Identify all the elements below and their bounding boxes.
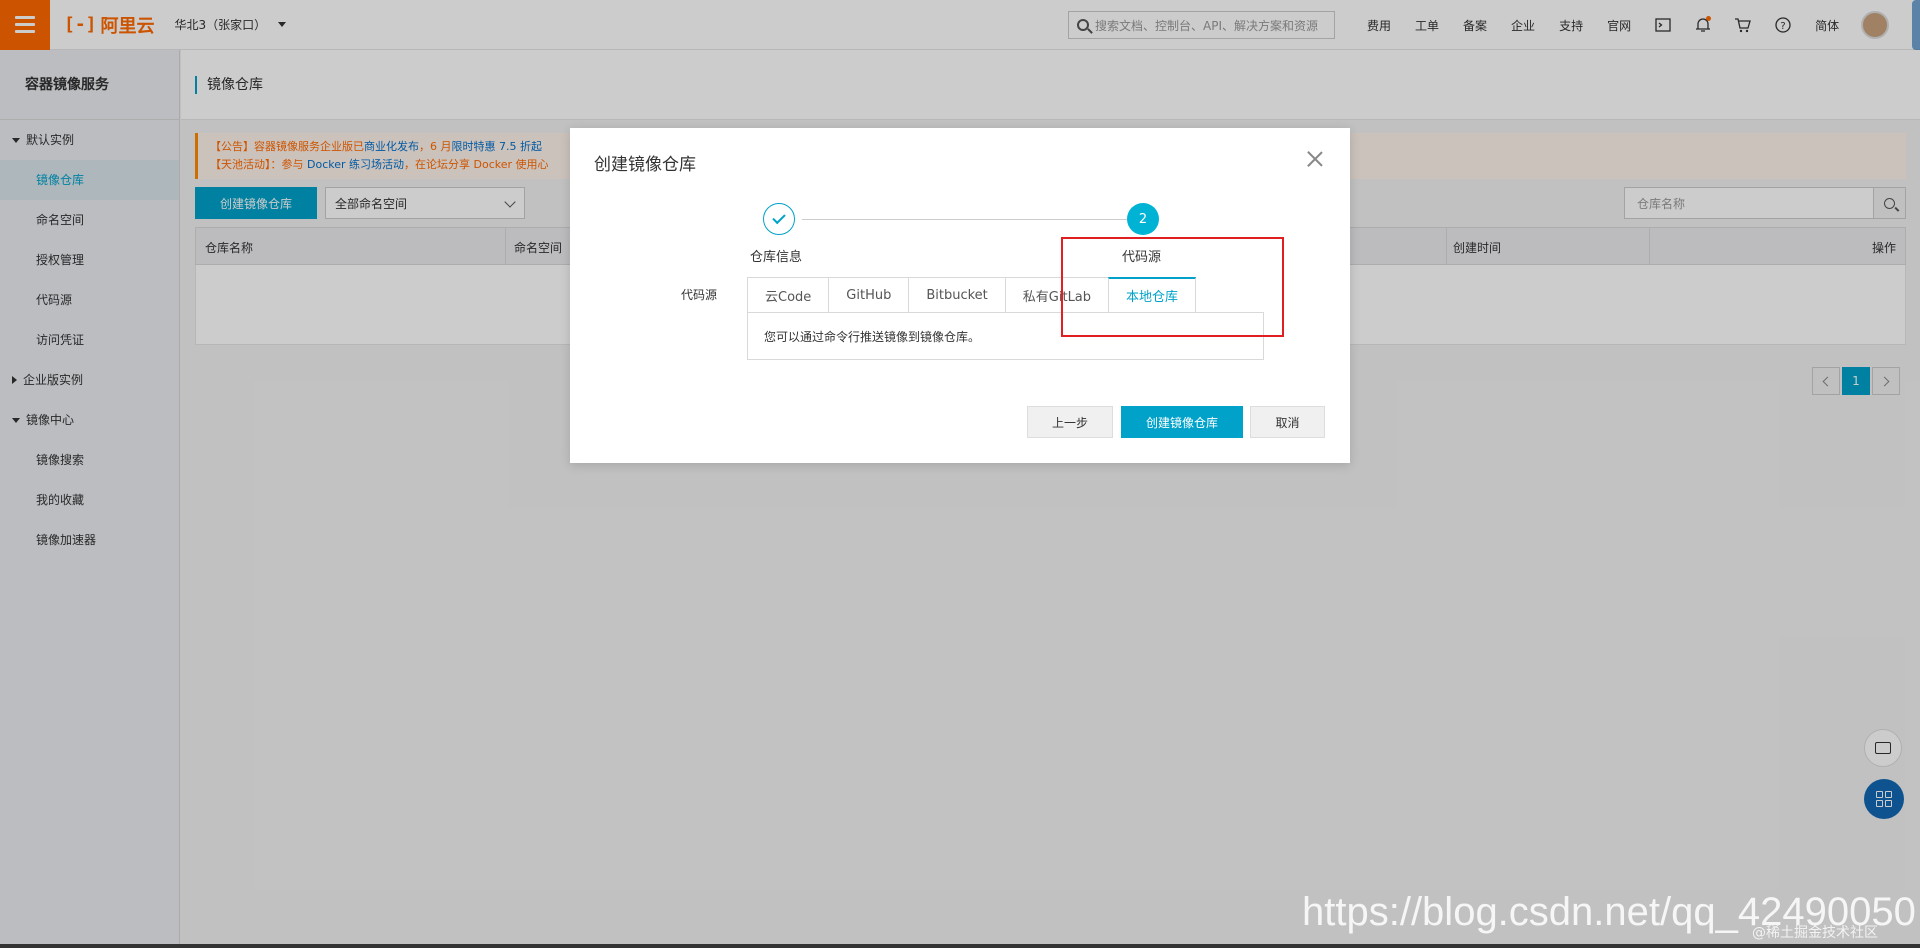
step-connector [802,219,1127,220]
confirm-create-button[interactable]: 创建镜像仓库 [1121,406,1243,438]
previous-step-button[interactable]: 上一步 [1027,406,1113,438]
dialog-title: 创建镜像仓库 [594,155,696,175]
step-2-indicator: 2 [1127,203,1159,235]
tab-github[interactable]: GitHub [828,277,909,313]
tab-yuncode[interactable]: 云Code [747,277,829,313]
code-source-label: 代码源 [681,288,718,302]
cancel-button[interactable]: 取消 [1250,406,1325,438]
close-icon[interactable] [1304,148,1326,170]
watermark-community: @稀土掘金技术社区 [1752,925,1878,941]
annotation-highlight-box [1061,237,1284,337]
bottom-bar [0,944,1920,948]
step-1-label: 仓库信息 [750,250,803,265]
check-icon [772,210,786,225]
step-1-indicator [763,203,795,235]
tab-bitbucket[interactable]: Bitbucket [908,277,1005,313]
